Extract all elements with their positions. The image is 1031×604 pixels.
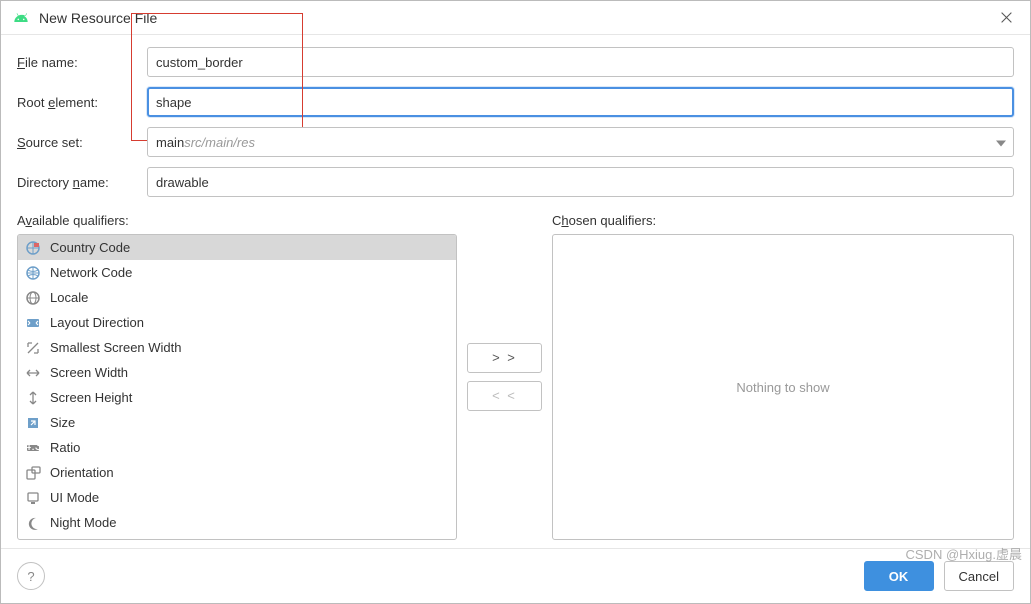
list-item-label: Smallest Screen Width — [50, 340, 182, 355]
available-qualifiers-list[interactable]: Country Code Network Code Locale Layout Dir… — [17, 234, 457, 540]
globe-net-icon — [24, 264, 42, 282]
globe-icon — [24, 289, 42, 307]
list-item[interactable]: 4:3 Ratio — [18, 435, 456, 460]
list-item[interactable]: Night Mode — [18, 510, 456, 535]
chosen-qualifiers-label: Chosen qualifiers: — [552, 213, 1014, 228]
list-item[interactable]: Orientation — [18, 460, 456, 485]
list-item[interactable]: Screen Height — [18, 385, 456, 410]
list-item[interactable]: Screen Width — [18, 360, 456, 385]
list-item-label: Screen Height — [50, 390, 132, 405]
arrows-h-icon — [24, 364, 42, 382]
arrows-lr-icon — [24, 314, 42, 332]
list-item[interactable]: Network Code — [18, 260, 456, 285]
arrows-diag-icon — [24, 339, 42, 357]
chosen-qualifiers-list[interactable]: Nothing to show — [552, 234, 1014, 540]
android-icon — [11, 8, 31, 28]
available-qualifiers-label: Available qualifiers: — [17, 213, 457, 228]
footer: ? OK Cancel — [1, 548, 1030, 603]
close-button[interactable] — [992, 4, 1020, 32]
list-item[interactable]: Country Code — [18, 235, 456, 260]
list-item[interactable]: Smallest Screen Width — [18, 335, 456, 360]
globe-flag-icon — [24, 239, 42, 257]
list-item-label: Screen Width — [50, 365, 128, 380]
remove-qualifier-button[interactable]: < < — [467, 381, 542, 411]
directory-name-input[interactable] — [147, 167, 1014, 197]
arrows-v-icon — [24, 389, 42, 407]
cancel-button[interactable]: Cancel — [944, 561, 1014, 591]
list-item-label: Size — [50, 415, 75, 430]
list-item-label: Network Code — [50, 265, 132, 280]
ui-mode-icon — [24, 489, 42, 507]
source-set-label: Source set: — [17, 135, 147, 150]
list-item[interactable]: Layout Direction — [18, 310, 456, 335]
expand-icon — [24, 414, 42, 432]
help-button[interactable]: ? — [17, 562, 45, 590]
night-icon — [24, 514, 42, 532]
file-name-input[interactable] — [147, 47, 1014, 77]
dialog-window: New Resource File File name: Root elemen… — [0, 0, 1031, 604]
list-item-label: Ratio — [50, 440, 80, 455]
list-item-label: Night Mode — [50, 515, 116, 530]
qualifiers-section: Available qualifiers: Country Code Networ… — [1, 213, 1030, 548]
ratio-icon: 4:3 — [24, 439, 42, 457]
source-set-dropdown[interactable]: main src/main/res — [147, 127, 1014, 157]
titlebar: New Resource File — [1, 1, 1030, 35]
svg-text:4:3: 4:3 — [25, 440, 41, 453]
dialog-title: New Resource File — [39, 10, 157, 26]
list-item[interactable]: UI Mode — [18, 485, 456, 510]
list-item[interactable]: Locale — [18, 285, 456, 310]
list-item-label: Orientation — [50, 465, 114, 480]
list-item-label: Layout Direction — [50, 315, 144, 330]
move-buttons: > > < < — [467, 213, 542, 540]
root-element-label: Root element: — [17, 95, 147, 110]
add-qualifier-button[interactable]: > > — [467, 343, 542, 373]
list-item-label: UI Mode — [50, 490, 99, 505]
file-name-label: File name: — [17, 55, 147, 70]
empty-state-text: Nothing to show — [553, 235, 1013, 539]
ok-button[interactable]: OK — [864, 561, 934, 591]
root-element-input[interactable] — [147, 87, 1014, 117]
orientation-icon — [24, 464, 42, 482]
form-section: File name: Root element: Source set: mai… — [1, 35, 1030, 213]
list-item[interactable]: Size — [18, 410, 456, 435]
list-item-label: Locale — [50, 290, 88, 305]
list-item-label: Country Code — [50, 240, 130, 255]
directory-name-label: Directory name: — [17, 175, 147, 190]
